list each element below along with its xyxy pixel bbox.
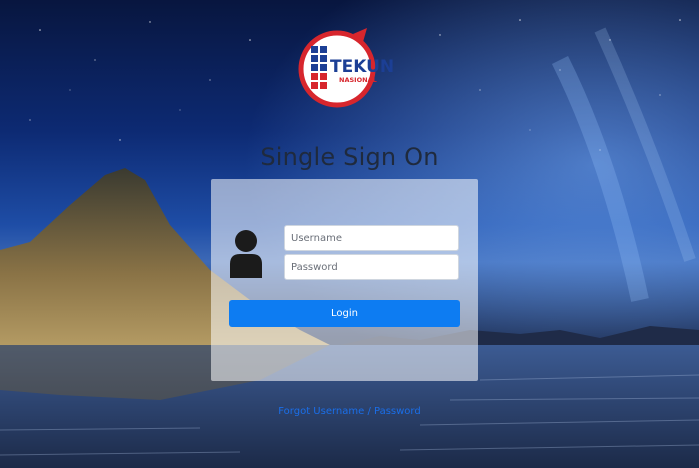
password-input[interactable] [284,254,459,280]
page-title: Single Sign On [260,143,439,171]
login-panel [211,179,478,381]
login-button[interactable]: Login [229,300,460,327]
user-icon [230,230,262,278]
logo-wordmark: TEKUN [330,57,393,77]
forgot-credentials-link[interactable]: Forgot Username / Password [0,406,699,417]
login-page: TEKUN NASIONAL Single Sign On Login Forg… [0,0,699,468]
tekun-nasional-logo: TEKUN NASIONAL [298,28,393,108]
username-input[interactable] [284,225,459,251]
logo-subtitle: NASIONAL [339,76,377,84]
